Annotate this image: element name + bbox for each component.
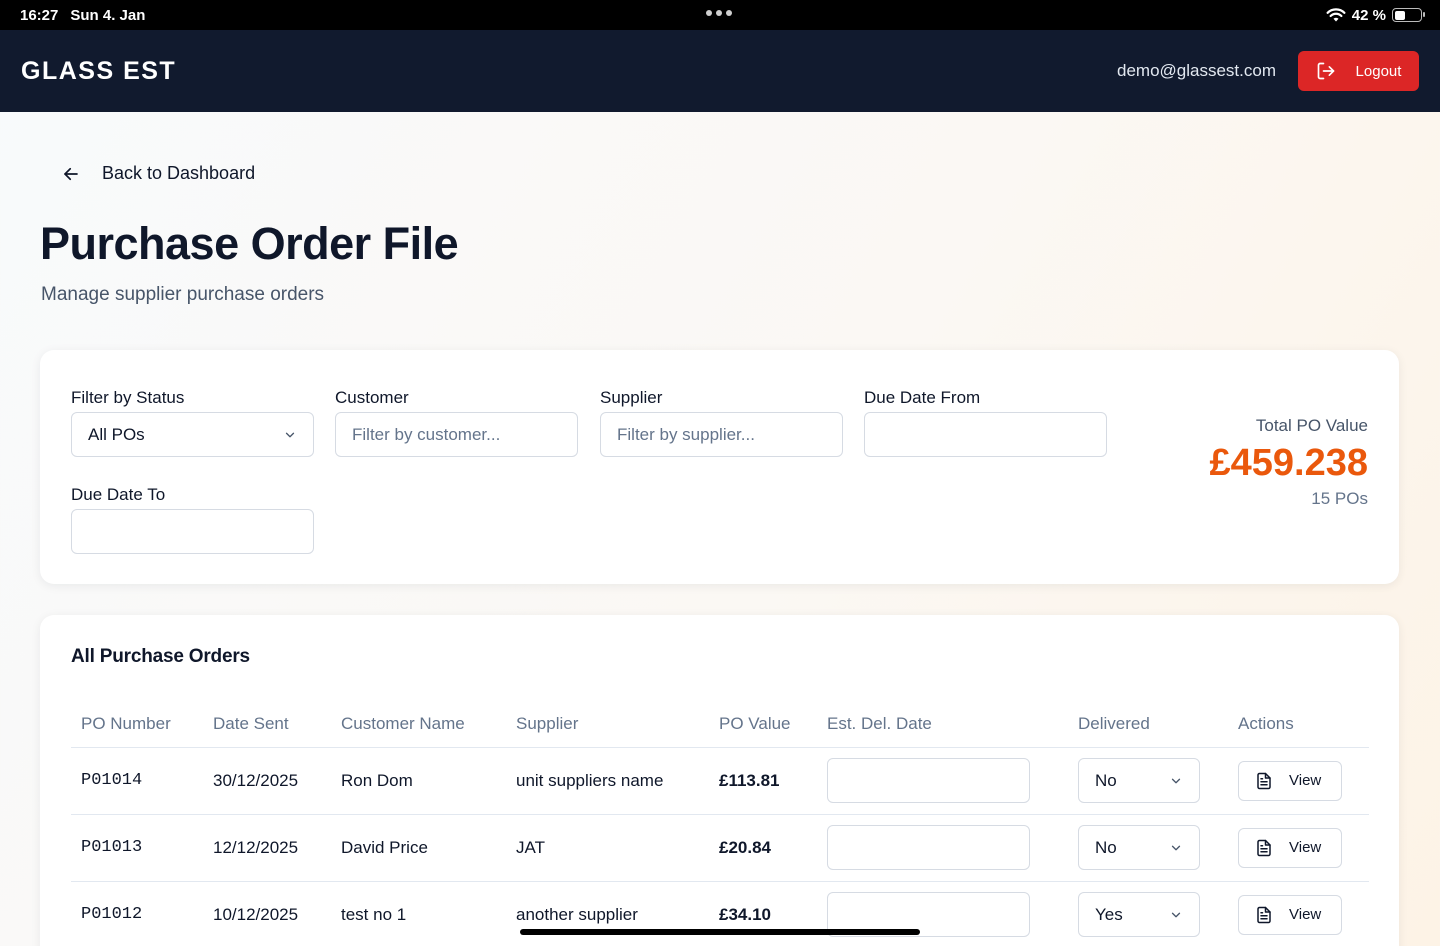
total-po-summary: Total PO Value £459.238 15 POs <box>1210 416 1369 509</box>
view-button[interactable]: View <box>1238 827 1342 868</box>
table-row: P01012 10/12/2025 test no 1 another supp… <box>71 881 1369 946</box>
status-bar: 16:27 Sun 4. Jan 42 % <box>0 0 1440 30</box>
est-del-date-cell <box>817 747 1068 815</box>
battery-percent: 42 % <box>1351 6 1386 24</box>
battery-icon <box>1392 8 1425 22</box>
total-po-label: Total PO Value <box>1255 416 1368 435</box>
multitask-dots-icon[interactable] <box>706 10 732 16</box>
delivered-value: Yes <box>1095 904 1123 924</box>
po-number: P01013 <box>71 814 203 882</box>
filters-card: Filter by Status All POs Customer Filter… <box>40 350 1399 584</box>
document-icon <box>1257 906 1271 923</box>
table-header-row: PO Number Date Sent Customer Name Suppli… <box>71 701 1369 748</box>
logout-button[interactable]: Logout <box>1298 51 1419 91</box>
po-value: £20.84 <box>709 814 817 882</box>
document-icon <box>1257 839 1271 856</box>
app-logo[interactable]: GLASS EST <box>21 57 176 86</box>
delivered-value: No <box>1095 770 1117 790</box>
status-filter-select[interactable]: All POs <box>71 412 314 457</box>
view-button[interactable]: View <box>1238 894 1342 935</box>
po-number: P01014 <box>71 747 203 815</box>
col-header-actions: Actions <box>1228 701 1369 748</box>
due-date-to-input[interactable] <box>71 509 314 554</box>
app-header: GLASS EST demo@glassest.com Logout <box>0 30 1440 112</box>
view-label: View <box>1289 839 1322 856</box>
date-sent: 30/12/2025 <box>203 747 331 815</box>
supplier-filter-label: Supplier <box>600 388 663 407</box>
customer-filter-label: Customer <box>335 388 409 407</box>
delivered-cell: No <box>1068 814 1228 882</box>
customer-filter-input[interactable]: Filter by customer... <box>335 412 578 457</box>
est-del-date-cell <box>817 814 1068 882</box>
customer-name: David Price <box>331 814 506 882</box>
wifi-icon <box>1326 7 1346 21</box>
purchase-orders-card: All Purchase Orders PO Number Date Sent … <box>40 615 1399 946</box>
po-value: £113.81 <box>709 747 817 815</box>
home-indicator[interactable] <box>520 929 920 935</box>
est-del-date-input[interactable] <box>827 825 1030 870</box>
table-title: All Purchase Orders <box>71 646 250 667</box>
date-sent: 10/12/2025 <box>203 881 331 946</box>
page-title: Purchase Order File <box>40 218 459 269</box>
col-header-est-del-date[interactable]: Est. Del. Date <box>817 701 1068 748</box>
status-time: 16:27 <box>20 6 59 24</box>
total-po-count: 15 POs <box>1311 489 1368 508</box>
actions-cell: View <box>1228 814 1369 882</box>
chevron-down-icon <box>1171 912 1181 917</box>
chevron-down-icon <box>1171 778 1181 783</box>
customer-name: Ron Dom <box>331 747 506 815</box>
delivered-select[interactable]: No <box>1078 825 1200 870</box>
delivered-select[interactable]: No <box>1078 758 1200 803</box>
view-button[interactable]: View <box>1238 760 1342 801</box>
col-header-delivered[interactable]: Delivered <box>1068 701 1228 748</box>
arrow-left-icon <box>64 167 78 180</box>
supplier-filter-input[interactable]: Filter by supplier... <box>600 412 843 457</box>
supplier-name: JAT <box>506 814 709 882</box>
actions-cell: View <box>1228 881 1369 946</box>
total-po-value: £459.238 <box>1209 442 1369 484</box>
logout-label: Logout <box>1355 62 1402 80</box>
view-label: View <box>1289 906 1322 923</box>
purchase-orders-table: PO Number Date Sent Customer Name Suppli… <box>71 701 1369 946</box>
delivered-select[interactable]: Yes <box>1078 892 1200 937</box>
actions-cell: View <box>1228 747 1369 815</box>
status-filter-value: All POs <box>88 424 145 444</box>
est-del-date-input[interactable] <box>827 758 1030 803</box>
date-sent: 12/12/2025 <box>203 814 331 882</box>
delivered-cell: Yes <box>1068 881 1228 946</box>
customer-name: test no 1 <box>331 881 506 946</box>
est-del-date-cell <box>817 881 1068 946</box>
chevron-down-icon <box>285 432 295 437</box>
supplier-filter-placeholder: Filter by supplier... <box>617 424 755 444</box>
customer-filter-placeholder: Filter by customer... <box>352 424 501 444</box>
col-header-po-value[interactable]: PO Value <box>709 701 817 748</box>
back-label: Back to Dashboard <box>102 163 256 183</box>
supplier-name: another supplier <box>506 881 709 946</box>
page-subtitle: Manage supplier purchase orders <box>41 284 325 305</box>
col-header-date-sent[interactable]: Date Sent <box>203 701 331 748</box>
due-date-from-label: Due Date From <box>864 388 981 407</box>
table-row: P01014 30/12/2025 Ron Dom unit suppliers… <box>71 747 1369 815</box>
col-header-po-number[interactable]: PO Number <box>71 701 203 748</box>
table-row: P01013 12/12/2025 David Price JAT £20.84… <box>71 814 1369 882</box>
view-label: View <box>1289 772 1322 789</box>
supplier-name: unit suppliers name <box>506 747 709 815</box>
due-date-to-label: Due Date To <box>71 485 166 504</box>
col-header-customer-name[interactable]: Customer Name <box>331 701 506 748</box>
po-number: P01012 <box>71 881 203 946</box>
user-email: demo@glassest.com <box>1117 61 1276 80</box>
logout-icon <box>1317 62 1334 80</box>
due-date-from-input[interactable] <box>864 412 1107 457</box>
document-icon <box>1257 772 1271 789</box>
chevron-down-icon <box>1171 845 1181 850</box>
back-to-dashboard-link[interactable]: Back to Dashboard <box>62 163 255 184</box>
delivered-cell: No <box>1068 747 1228 815</box>
col-header-supplier[interactable]: Supplier <box>506 701 709 748</box>
status-filter-label: Filter by Status <box>71 388 185 407</box>
status-date: Sun 4. Jan <box>70 6 146 24</box>
delivered-value: No <box>1095 837 1117 857</box>
po-value: £34.10 <box>709 881 817 946</box>
